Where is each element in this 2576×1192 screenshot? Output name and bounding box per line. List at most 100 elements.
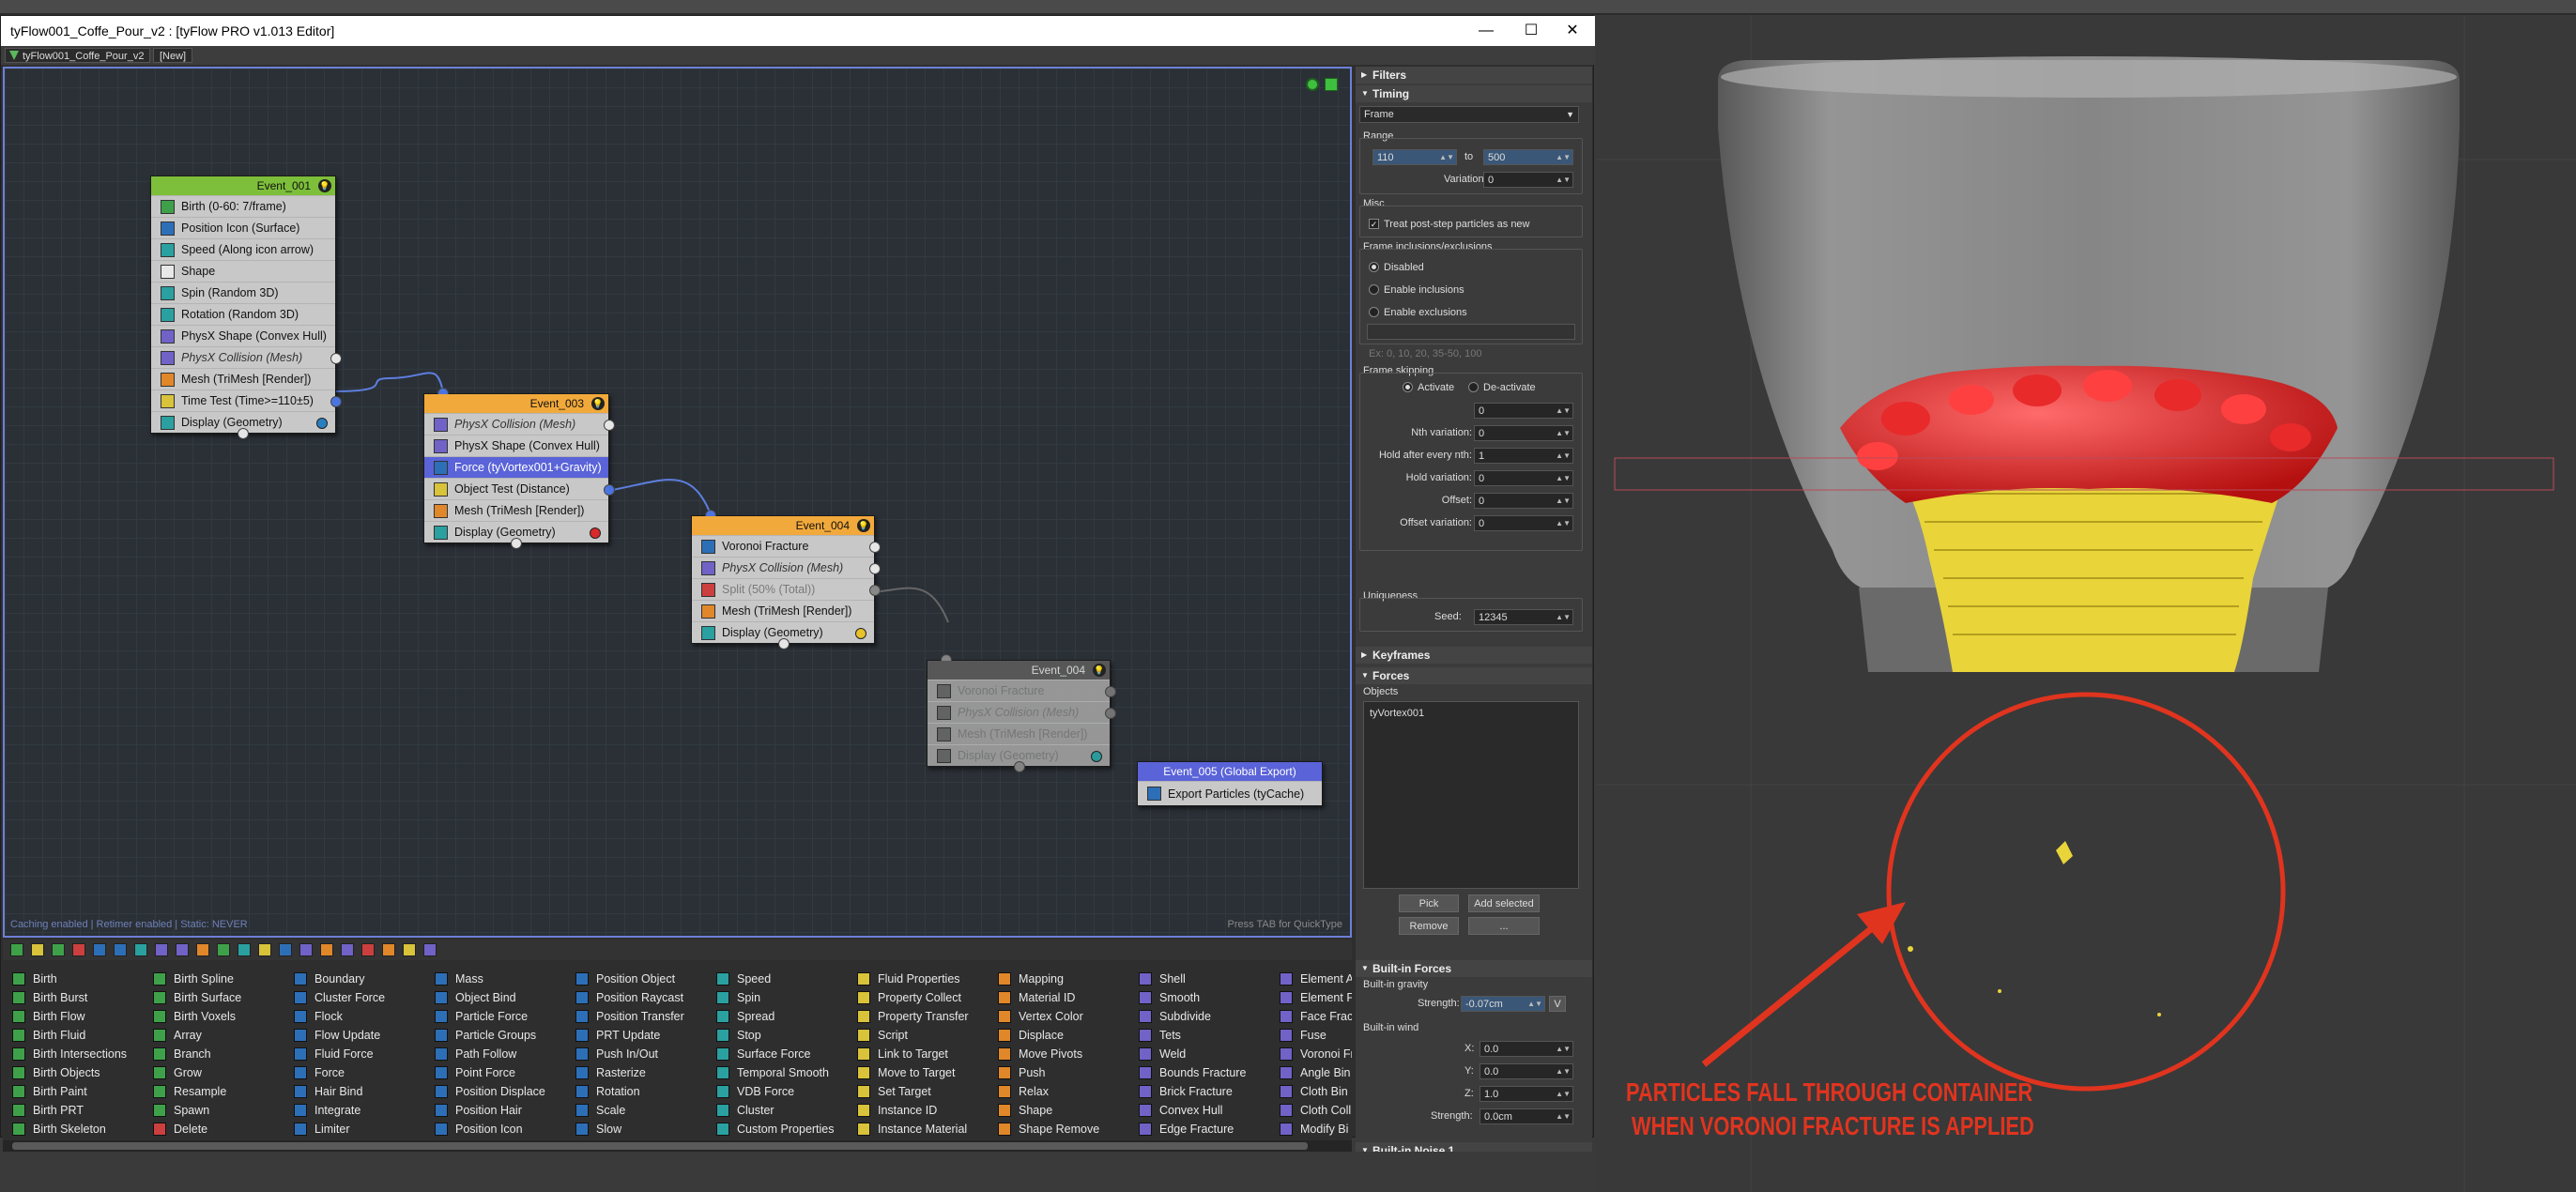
palette-item[interactable]: Particle Groups — [433, 1026, 545, 1045]
split-filter-icon[interactable] — [423, 943, 437, 956]
palette-item[interactable]: Position Object — [574, 970, 684, 988]
operator[interactable]: PhysX Collision (Mesh) — [424, 413, 615, 435]
palette-item[interactable]: Fluid Force — [292, 1045, 385, 1063]
mesh-filter-icon[interactable] — [196, 943, 209, 956]
operator[interactable]: Spin (Random 3D) — [151, 282, 335, 303]
cloth-filter-icon[interactable] — [176, 943, 189, 956]
palette-item[interactable]: Brick Fracture — [1137, 1082, 1246, 1101]
display-color-swatch[interactable] — [316, 418, 328, 429]
palette-item[interactable]: Birth Surface — [151, 988, 241, 1007]
palette-item[interactable]: Tets — [1137, 1026, 1246, 1045]
node-output-port[interactable] — [238, 428, 249, 439]
operator[interactable]: Voronoi Fracture — [928, 680, 1116, 701]
wind-z-spinner[interactable]: 1.0 ▲▼ — [1480, 1086, 1573, 1102]
operator[interactable]: Speed (Along icon arrow) — [151, 238, 335, 260]
palette-item[interactable]: PRT Update — [574, 1026, 684, 1045]
palette-item[interactable]: Move to Target — [855, 1063, 969, 1082]
output-port[interactable] — [330, 396, 342, 407]
material-filter-icon[interactable] — [320, 943, 333, 956]
offset-variation-spinner[interactable]: 0 ▲▼ — [1474, 515, 1573, 531]
display-filter-icon[interactable] — [134, 943, 147, 956]
operator[interactable]: Birth (0-60: 7/frame) — [151, 195, 335, 217]
palette-item[interactable]: Script — [855, 1026, 969, 1045]
wind-x-spinner[interactable]: 0.0 ▲▼ — [1480, 1041, 1573, 1057]
bind-filter-icon[interactable] — [299, 943, 313, 956]
operator[interactable]: Mesh (TriMesh [Render]) — [692, 600, 874, 621]
palette-scrollbar[interactable] — [3, 1140, 1352, 1152]
palette-item[interactable]: Displace — [996, 1026, 1099, 1045]
display-color-swatch[interactable] — [590, 527, 601, 539]
3d-viewport[interactable]: PARTICLES FALL THROUGH CONTAINER WHEN VO… — [1596, 15, 2576, 1192]
palette-item[interactable]: Birth Intersections — [10, 1045, 127, 1063]
palette-item[interactable]: Subdivide — [1137, 1007, 1246, 1026]
activate-radio[interactable] — [1403, 382, 1413, 392]
palette-item[interactable]: Birth Flow — [10, 1007, 127, 1026]
palette-item[interactable]: Shape Remove — [996, 1120, 1099, 1139]
palette-item[interactable]: Resample — [151, 1082, 241, 1101]
palette-item[interactable]: Mass — [433, 970, 545, 988]
palette-item[interactable]: Modify Bi — [1278, 1120, 1352, 1139]
operator[interactable]: PhysX Shape (Convex Hull) — [151, 325, 335, 346]
palette-item[interactable]: Rasterize — [574, 1063, 684, 1082]
palette-item[interactable]: Branch — [151, 1045, 241, 1063]
palette-item[interactable]: Fuse — [1278, 1026, 1352, 1045]
palette-item[interactable]: Shell — [1137, 970, 1246, 988]
operator[interactable]: Rotation (Random 3D) — [151, 303, 335, 325]
palette-item[interactable]: Element F — [1278, 988, 1352, 1007]
rollout-builtin-forces[interactable]: ▼ Built-in Forces — [1356, 960, 1592, 977]
palette-item[interactable]: Boundary — [292, 970, 385, 988]
palette-item[interactable]: Cloth Coll — [1278, 1101, 1352, 1120]
palette-item[interactable]: Position Displace — [433, 1082, 545, 1101]
bulb-icon[interactable]: 💡 — [318, 179, 331, 192]
palette-item[interactable]: Birth — [10, 970, 127, 988]
time-filter-icon[interactable] — [403, 943, 416, 956]
rollout-builtin-noise[interactable]: ▼ Built-in Noise 1 — [1356, 1142, 1592, 1152]
treat-post-step-checkbox[interactable]: ✓ — [1369, 219, 1379, 229]
palette-item[interactable]: Custom Properties — [714, 1120, 835, 1139]
output-port[interactable] — [869, 585, 881, 596]
tab-flow[interactable]: tyFlow001_Coffe_Pour_v2 — [5, 48, 151, 63]
node-output-port[interactable] — [778, 638, 790, 649]
output-port[interactable] — [1105, 708, 1116, 719]
event-title[interactable]: Event_005 (Global Export) — [1138, 762, 1322, 781]
palette-item[interactable]: Integrate — [292, 1101, 385, 1120]
palette-item[interactable]: Flow Update — [292, 1026, 385, 1045]
event-node[interactable]: Event_001 💡 Birth (0-60: 7/frame) Positio… — [150, 176, 342, 439]
palette-item[interactable]: Instance Material — [855, 1120, 969, 1139]
palette-item[interactable]: Cloth Bin — [1278, 1082, 1352, 1101]
hold-after-spinner[interactable]: 1 ▲▼ — [1474, 448, 1573, 464]
rollout-forces[interactable]: ▼ Forces — [1356, 667, 1592, 684]
palette-item[interactable]: Grow — [151, 1063, 241, 1082]
operator[interactable]: Export Particles (tyCache) — [1138, 781, 1322, 805]
timing-mode-dropdown[interactable]: Frame ▼ — [1359, 106, 1579, 123]
palette-item[interactable]: Position Hair — [433, 1101, 545, 1120]
event-title[interactable]: Event_004 💡 — [928, 661, 1110, 680]
palette-item[interactable]: Shape — [996, 1101, 1099, 1120]
bulb-icon[interactable]: 💡 — [591, 397, 605, 410]
palette-item[interactable]: Particle Force — [433, 1007, 545, 1026]
test-filter-icon[interactable] — [31, 943, 44, 956]
palette-item[interactable]: Weld — [1137, 1045, 1246, 1063]
operator[interactable]: Object Test (Distance) — [424, 478, 615, 499]
palette-item[interactable]: Rotation — [574, 1082, 684, 1101]
palette-item[interactable]: Edge Fracture — [1137, 1120, 1246, 1139]
minimize-button[interactable]: — — [1465, 16, 1507, 46]
palette-item[interactable]: Position Raycast — [574, 988, 684, 1007]
palette-item[interactable]: Spread — [714, 1007, 835, 1026]
rollout-keyframes[interactable]: ▶ Keyframes — [1356, 647, 1592, 664]
display-color-swatch[interactable] — [1091, 751, 1102, 762]
palette-item[interactable]: Temporal Smooth — [714, 1063, 835, 1082]
close-button[interactable]: ✕ — [1552, 16, 1593, 46]
fracture-filter-icon[interactable] — [341, 943, 354, 956]
palette-item[interactable]: Smooth — [1137, 988, 1246, 1007]
event-node[interactable]: Event_004 💡 Voronoi Fracture PhysX Collis… — [691, 510, 881, 649]
event-title[interactable]: Event_004 💡 — [692, 516, 874, 535]
operator[interactable]: PhysX Shape (Convex Hull) — [424, 435, 608, 456]
wind-strength-spinner[interactable]: 0.0cm ▲▼ — [1480, 1108, 1573, 1124]
maximize-button[interactable]: ☐ — [1510, 16, 1552, 46]
enable-exclusions-radio[interactable] — [1369, 307, 1379, 317]
palette-item[interactable]: Link to Target — [855, 1045, 969, 1063]
palette-item[interactable]: Birth Objects — [10, 1063, 127, 1082]
output-port[interactable] — [604, 484, 615, 496]
operator[interactable]: Voronoi Fracture — [692, 535, 881, 557]
